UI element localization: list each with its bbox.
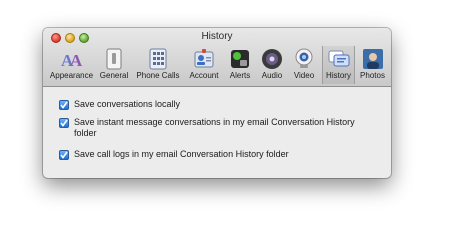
history-pane: Save conversations locally Save instant … [43,87,391,178]
preferences-window: History A A Appearance General Phone Cal… [43,28,391,178]
tab-account[interactable]: Account [185,46,223,84]
tab-alerts[interactable]: Alerts [225,46,255,84]
option-label: Save conversations locally [74,99,181,109]
save-im-conversations-option[interactable]: Save instant message conversations in my… [59,117,364,139]
speaker-icon [261,48,283,70]
webcam-icon [293,48,315,70]
tab-label: General [99,71,129,80]
tab-label: Video [293,71,315,80]
checkmark-icon [60,101,68,109]
appearance-icon: A A [61,48,83,70]
checkmark-icon [60,151,68,159]
save-call-logs-option[interactable]: Save call logs in my email Conversation … [59,149,364,160]
tab-label: History [326,71,351,80]
window-toolbar: History A A Appearance General Phone Cal… [43,28,391,87]
checkbox-checked[interactable] [59,100,69,110]
tab-label: Photos [360,71,385,80]
photos-icon [362,48,384,70]
svg-text:A: A [70,51,83,70]
phone-keypad-icon [147,48,169,70]
tab-audio[interactable]: Audio [257,46,287,84]
tab-label: Phone Calls [136,71,180,80]
tab-label: Audio [261,71,283,80]
alerts-icon [229,48,251,70]
checkmark-icon [60,119,68,127]
checkbox-checked[interactable] [59,150,69,160]
tab-appearance[interactable]: A A Appearance [48,46,95,84]
tab-video[interactable]: Video [289,46,319,84]
tab-label: Appearance [49,71,94,80]
tab-photos[interactable]: Photos [357,46,388,84]
tab-label: Account [189,71,219,80]
tab-history[interactable]: History [322,46,355,84]
tab-phone-calls[interactable]: Phone Calls [133,46,183,84]
option-label: Save call logs in my email Conversation … [74,149,289,159]
option-label: Save instant message conversations in my… [74,117,355,138]
preference-tabs: A A Appearance General Phone Calls Accou… [48,46,388,84]
window-title: History [201,31,233,42]
account-card-icon [193,48,215,70]
general-switch-icon [103,48,125,70]
checkbox-checked[interactable] [59,118,69,128]
tab-general[interactable]: General [97,46,131,84]
history-bubble-icon [328,48,350,70]
tab-label: Alerts [229,71,251,80]
save-conversations-option[interactable]: Save conversations locally [59,99,364,110]
